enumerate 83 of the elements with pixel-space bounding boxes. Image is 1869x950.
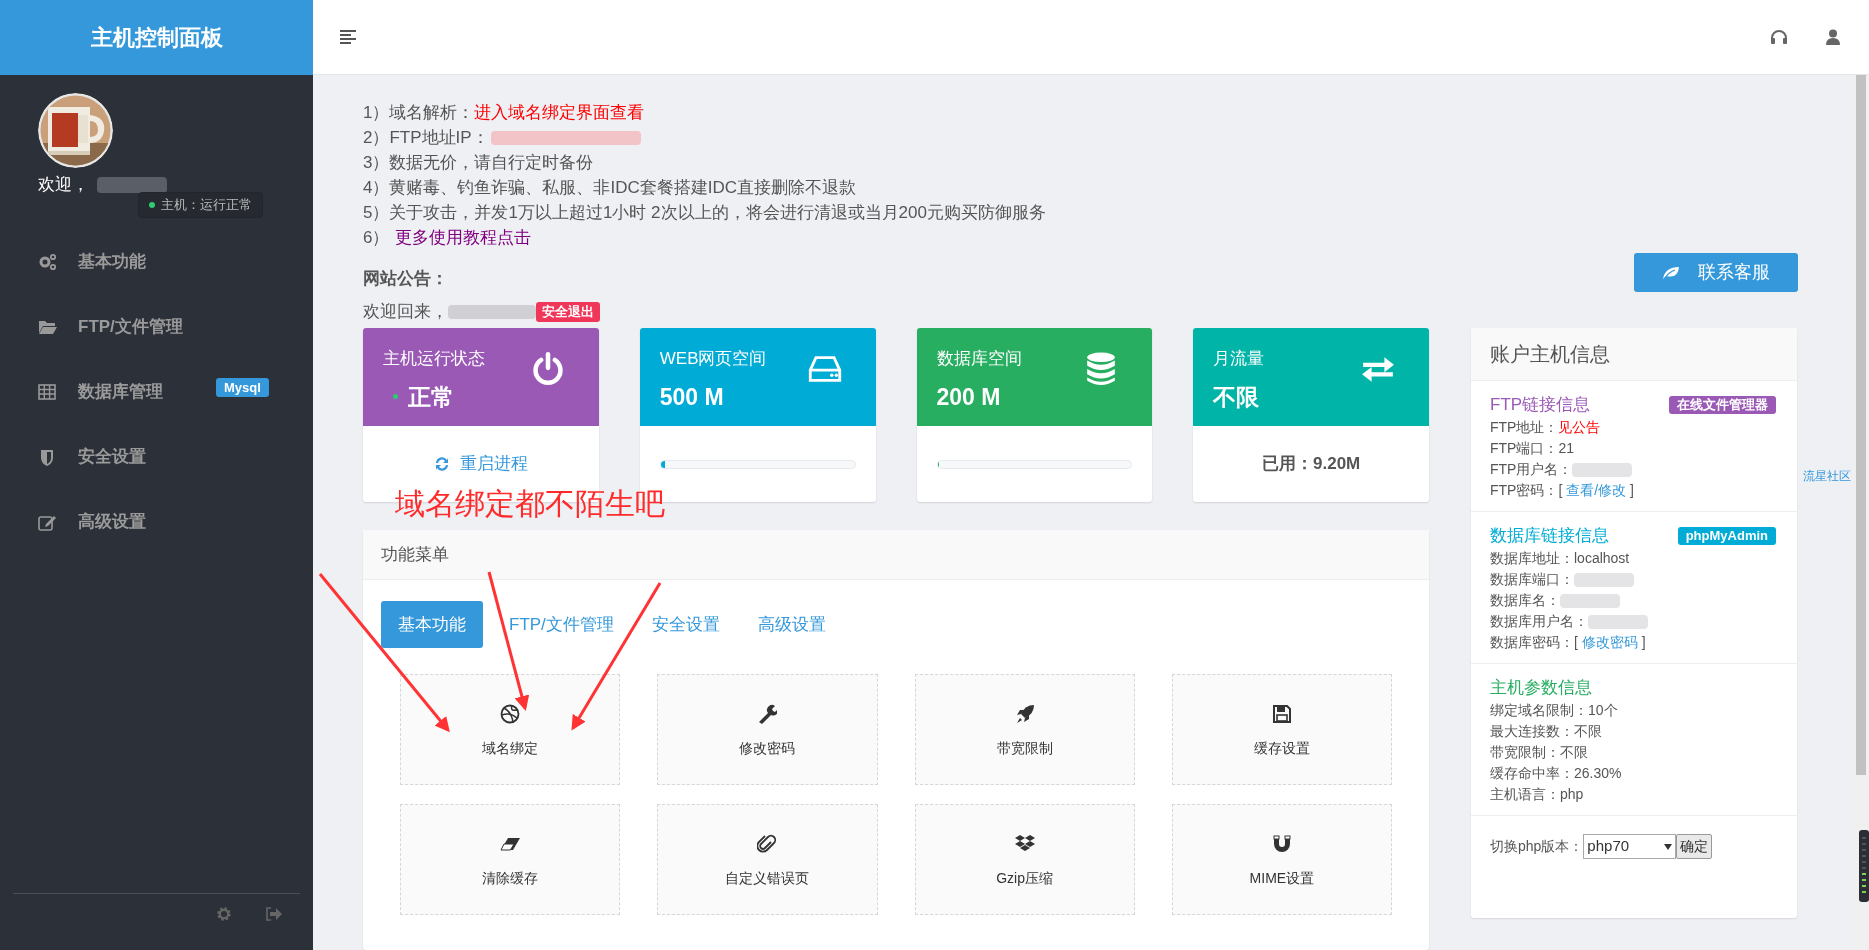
section-title: FTP链接信息 bbox=[1490, 394, 1591, 416]
info-value: 见公告 bbox=[1558, 418, 1601, 437]
info-label: 主机语言： bbox=[1490, 785, 1560, 804]
info-value: [ bbox=[1558, 481, 1564, 500]
info-label: 数据库地址： bbox=[1490, 549, 1574, 568]
mysql-badge: Mysql bbox=[216, 378, 269, 397]
welcome-text: 欢迎， bbox=[38, 174, 89, 196]
stat-value: 正常 bbox=[408, 382, 454, 412]
notice-link[interactable]: 更多使用教程点击 bbox=[395, 225, 532, 250]
section-title: 数据库链接信息 bbox=[1490, 525, 1609, 547]
info-label: 数据库端口： bbox=[1490, 570, 1574, 589]
info-label: 带宽限制： bbox=[1490, 743, 1560, 762]
info-label: FTP密码： bbox=[1490, 481, 1559, 500]
info-value: localhost bbox=[1574, 549, 1630, 568]
tab[interactable]: FTP/文件管理 bbox=[497, 601, 626, 648]
info-value: [ bbox=[1574, 633, 1579, 652]
function-tile[interactable]: 修改密码 bbox=[657, 674, 878, 785]
restart-link[interactable]: 重启进程 bbox=[433, 451, 528, 477]
section-title: 主机参数信息 bbox=[1490, 677, 1592, 699]
function-tile[interactable]: 域名绑定 bbox=[400, 674, 621, 785]
stat-title: 数据库空间 bbox=[936, 348, 1022, 370]
annotation-text: 域名绑定都不陌生吧 bbox=[395, 486, 665, 522]
info-link[interactable]: 查看/修改 bbox=[1566, 480, 1627, 501]
info-label: 数据库用户名： bbox=[1490, 612, 1588, 631]
panel-title: 账户主机信息 bbox=[1490, 342, 1610, 367]
info-value: 不限 bbox=[1574, 722, 1602, 741]
welcome-back-text: 欢迎回来， bbox=[363, 301, 448, 324]
php-version-select[interactable]: php70 bbox=[1583, 834, 1677, 859]
info-label: 缓存命中率： bbox=[1490, 764, 1574, 783]
app-title: 主机控制面板 bbox=[90, 24, 223, 52]
logout-badge[interactable]: 安全退出 bbox=[536, 302, 600, 322]
stat-title: WEB网页空间 bbox=[659, 348, 767, 370]
tab[interactable]: 高级设置 bbox=[745, 601, 838, 648]
notice-text: 2）FTP地址IP： bbox=[363, 127, 489, 149]
side-link[interactable]: 流星社区 bbox=[1803, 467, 1851, 485]
sidebar-item[interactable]: FTP/文件管理 bbox=[0, 294, 313, 359]
stat-title: 主机运行状态 bbox=[383, 348, 485, 370]
info-label: 数据库名： bbox=[1490, 591, 1560, 610]
function-tile[interactable]: Gzip压缩 bbox=[914, 804, 1135, 915]
function-tile[interactable]: 自定义错误页 bbox=[657, 804, 878, 915]
info-value: 21 bbox=[1558, 439, 1575, 458]
panel-title: 功能菜单 bbox=[381, 543, 449, 566]
info-label: 最大连接数： bbox=[1490, 722, 1574, 741]
function-tile[interactable]: 带宽限制 bbox=[914, 674, 1135, 785]
info-value: 10个 bbox=[1588, 701, 1618, 720]
notice-text: 6） bbox=[363, 227, 390, 249]
tab[interactable]: 基本功能 bbox=[381, 601, 483, 648]
info-label: 数据库密码： bbox=[1490, 633, 1574, 652]
tab[interactable]: 安全设置 bbox=[639, 601, 732, 648]
section-badge[interactable]: 在线文件管理器 bbox=[1669, 396, 1776, 414]
stat-value: 500 M bbox=[659, 382, 724, 412]
sidebar-item[interactable]: 安全设置 bbox=[0, 424, 313, 489]
notice-text: 3）数据无价，请自行定时备份 bbox=[363, 152, 594, 174]
notice-text: 4）黄赌毒、钓鱼诈骗、私服、非IDC套餐搭建IDC直接删除不退款 bbox=[363, 177, 856, 199]
info-label: FTP用户名： bbox=[1490, 460, 1573, 479]
function-tile[interactable]: 缓存设置 bbox=[1171, 674, 1392, 785]
info-value: ] bbox=[1629, 481, 1634, 500]
sidebar-item[interactable]: 高级设置 bbox=[0, 489, 313, 554]
stat-value: 200 M bbox=[936, 382, 1001, 412]
announcement-label: 网站公告： bbox=[363, 267, 448, 290]
usage-text: 已用：9.20M bbox=[1262, 453, 1361, 476]
info-link[interactable]: 修改密码 bbox=[1581, 632, 1638, 653]
function-tile[interactable]: MIME设置 bbox=[1171, 804, 1392, 915]
notice-text: 1）域名解析： bbox=[363, 102, 475, 124]
status-text: 主机：运行正常 bbox=[161, 196, 252, 214]
info-label: FTP端口： bbox=[1490, 439, 1559, 458]
info-value: ] bbox=[1640, 633, 1646, 652]
confirm-button[interactable]: 确定 bbox=[1676, 834, 1713, 859]
notice-text: 5）关于攻击，并发1万以上超过1小时 2次以上的，将会进行清退或当月200元购买防御服务 bbox=[363, 202, 1046, 224]
info-label: 绑定域名限制： bbox=[1490, 701, 1588, 720]
notice-link[interactable]: 进入域名绑定界面查看 bbox=[474, 100, 645, 125]
stat-value: 不限 bbox=[1213, 382, 1260, 412]
section-badge[interactable]: phpMyAdmin bbox=[1677, 527, 1776, 545]
info-value: 不限 bbox=[1560, 743, 1588, 762]
info-label: FTP地址： bbox=[1490, 418, 1559, 437]
sidebar-item[interactable]: 数据库管理 Mysql bbox=[0, 359, 313, 424]
info-value: 26.30% bbox=[1574, 764, 1622, 783]
stat-title: 月流量 bbox=[1213, 348, 1265, 370]
php-switch-label: 切换php版本： bbox=[1490, 837, 1584, 856]
function-tile[interactable]: 清除缓存 bbox=[400, 804, 621, 915]
info-value: php bbox=[1560, 785, 1584, 804]
sidebar-item[interactable]: 基本功能 bbox=[0, 229, 313, 294]
contact-button[interactable]: 联系客服 bbox=[1634, 253, 1798, 292]
